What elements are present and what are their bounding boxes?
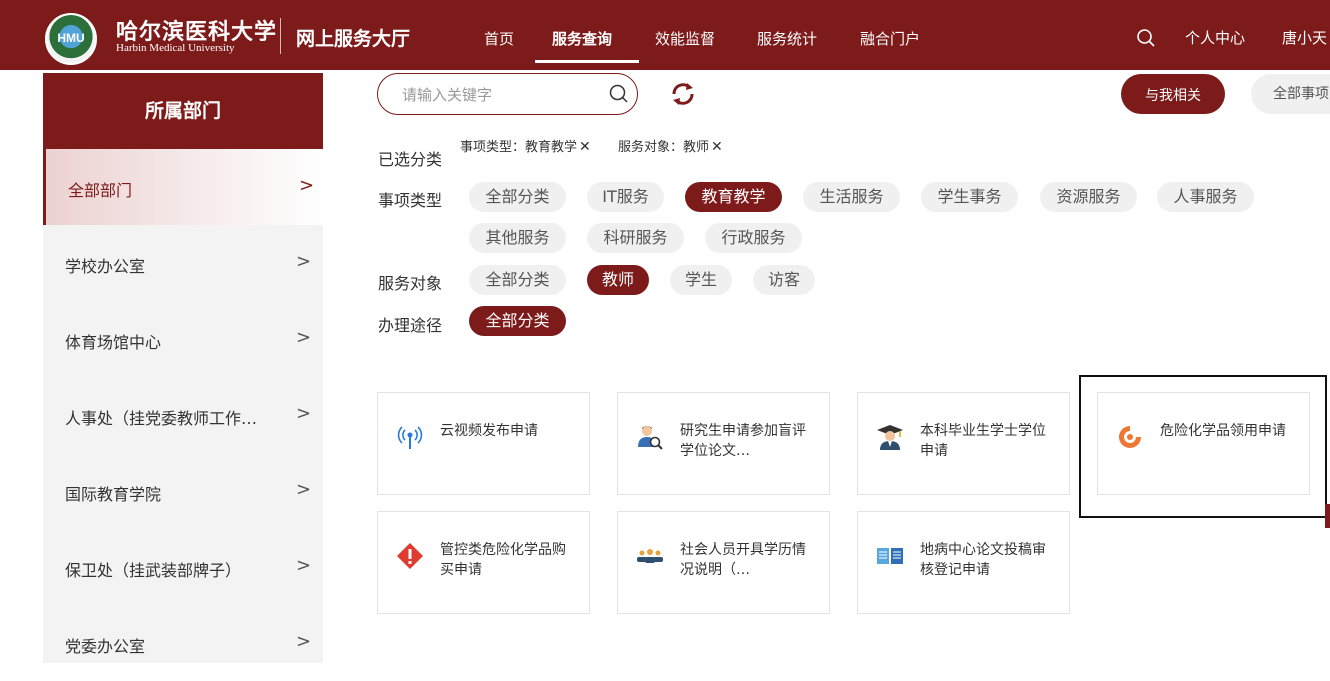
nav-service-query[interactable]: 服务查询 bbox=[552, 28, 612, 49]
sidebar-item-security-office[interactable]: 保卫处（挂武装部牌子） > bbox=[43, 529, 323, 605]
type-chip-personnel[interactable]: 人事服务 bbox=[1157, 182, 1254, 212]
user-name[interactable]: 唐小天 bbox=[1282, 27, 1327, 48]
service-card-title: 地病中心论文投稿审核登记申请 bbox=[920, 542, 1046, 578]
selected-filter-tag[interactable]: 服务对象：教师 ✕ bbox=[618, 136, 723, 155]
service-card-title: 本科毕业生学士学位申请 bbox=[920, 423, 1046, 459]
keyword-search-box bbox=[377, 73, 638, 115]
audience-chip-student[interactable]: 学生 bbox=[670, 265, 732, 295]
type-chip-all[interactable]: 全部分类 bbox=[469, 182, 566, 212]
nav-efficiency-supervision[interactable]: 效能监督 bbox=[655, 28, 715, 49]
scroll-edge-marker bbox=[1325, 504, 1330, 528]
service-card-title: 社会人员开具学历情况说明（… bbox=[680, 542, 806, 578]
channel-chip-all[interactable]: 全部分类 bbox=[469, 306, 566, 336]
sidebar-item-party-office[interactable]: 党委办公室 > bbox=[43, 605, 323, 681]
remove-filter-icon[interactable]: ✕ bbox=[579, 139, 591, 155]
audience-chip-all[interactable]: 全部分类 bbox=[469, 265, 566, 295]
logo-divider bbox=[280, 18, 281, 54]
chevron-right-icon: > bbox=[296, 403, 312, 424]
active-nav-indicator bbox=[535, 60, 639, 63]
service-card-controlled-chemicals-purchase[interactable]: 管控类危险化学品购买申请 bbox=[377, 511, 590, 614]
sidebar-item-personnel-office[interactable]: 人事处（挂党委教师工作… > bbox=[43, 377, 323, 453]
sidebar-item-school-office[interactable]: 学校办公室 > bbox=[43, 225, 323, 301]
item-type-label: 事项类型 bbox=[378, 191, 443, 210]
audience-chip-teacher[interactable]: 教师 bbox=[587, 265, 649, 295]
top-navigation-bar: HMU 哈尔滨医科大学 Harbin Medical University 网上… bbox=[0, 0, 1330, 70]
related-to-me-button[interactable]: 与我相关 bbox=[1121, 74, 1225, 114]
broadcast-icon bbox=[397, 426, 423, 449]
service-card-blind-review[interactable]: 研究生申请参加盲评学位论文… bbox=[617, 392, 830, 495]
search-icon[interactable] bbox=[609, 84, 629, 104]
sidebar-item-sports-center[interactable]: 体育场馆中心 > bbox=[43, 301, 323, 377]
sidebar-item-label: 体育场馆中心 bbox=[65, 333, 162, 352]
refresh-icon[interactable] bbox=[669, 80, 697, 108]
university-logo-icon[interactable]: HMU bbox=[45, 13, 97, 65]
service-card-title: 管控类危险化学品购买申请 bbox=[440, 542, 566, 578]
site-title: 网上服务大厅 bbox=[296, 28, 411, 50]
selected-filter-tag[interactable]: 事项类型：教育教学 ✕ bbox=[460, 136, 591, 155]
sidebar-item-international-education[interactable]: 国际教育学院 > bbox=[43, 453, 323, 529]
sidebar-item-all-departments[interactable]: 全部部门 > bbox=[43, 149, 323, 225]
selected-filter-text: 事项类型：教育教学 bbox=[460, 140, 578, 155]
type-chip-research[interactable]: 科研服务 bbox=[587, 223, 684, 253]
type-chip-life[interactable]: 生活服务 bbox=[803, 182, 900, 212]
channel-label: 办理途径 bbox=[378, 316, 443, 335]
logo-badge-text: HMU bbox=[57, 31, 85, 45]
service-card-paper-submission[interactable]: 地病中心论文投稿审核登记申请 bbox=[857, 511, 1070, 614]
sidebar-item-label: 党委办公室 bbox=[65, 637, 146, 656]
type-chip-education[interactable]: 教育教学 bbox=[685, 182, 782, 212]
service-card-title: 云视频发布申请 bbox=[440, 423, 538, 439]
warning-icon bbox=[397, 543, 423, 569]
sidebar-item-label: 全部部门 bbox=[68, 181, 133, 200]
type-chip-it[interactable]: IT服务 bbox=[587, 182, 664, 212]
chevron-right-icon: > bbox=[299, 175, 315, 196]
sidebar-title: 所属部门 bbox=[43, 73, 323, 149]
university-name-en: Harbin Medical University bbox=[116, 42, 235, 54]
book-icon bbox=[877, 548, 903, 564]
chevron-right-icon: > bbox=[296, 479, 312, 500]
nav-service-statistics[interactable]: 服务统计 bbox=[757, 28, 817, 49]
keyword-search-input[interactable] bbox=[400, 82, 594, 108]
service-card-bachelor-degree[interactable]: 本科毕业生学士学位申请 bbox=[857, 392, 1070, 495]
chevron-right-icon: > bbox=[296, 327, 312, 348]
sidebar-item-label: 保卫处（挂武装部牌子） bbox=[65, 561, 242, 580]
search-icon[interactable] bbox=[1136, 28, 1156, 48]
sidebar-item-label: 学校办公室 bbox=[65, 257, 146, 276]
chevron-right-icon: > bbox=[296, 251, 312, 272]
type-chip-student-affairs[interactable]: 学生事务 bbox=[921, 182, 1018, 212]
type-chip-administration[interactable]: 行政服务 bbox=[705, 223, 802, 253]
service-card-title: 研究生申请参加盲评学位论文… bbox=[680, 423, 806, 459]
nav-portal[interactable]: 融合门户 bbox=[860, 28, 920, 49]
chevron-right-icon: > bbox=[296, 631, 312, 652]
selected-filters-label: 已选分类 bbox=[378, 150, 443, 169]
type-chip-other[interactable]: 其他服务 bbox=[469, 223, 566, 253]
focus-highlight-frame bbox=[1079, 375, 1327, 518]
audience-chip-visitor[interactable]: 访客 bbox=[753, 265, 815, 295]
sidebar-item-label: 人事处（挂党委教师工作… bbox=[65, 409, 258, 428]
graduate-icon bbox=[877, 425, 903, 450]
all-items-button[interactable]: 全部事项 bbox=[1251, 74, 1330, 114]
remove-filter-icon[interactable]: ✕ bbox=[711, 139, 723, 155]
service-card-cloud-video[interactable]: 云视频发布申请 bbox=[377, 392, 590, 495]
chevron-right-icon: > bbox=[296, 555, 312, 576]
selected-filter-text: 服务对象：教师 bbox=[618, 140, 710, 155]
sidebar-item-label: 国际教育学院 bbox=[65, 485, 162, 504]
personal-center-link[interactable]: 个人中心 bbox=[1185, 27, 1245, 48]
people-icon bbox=[637, 549, 663, 563]
department-sidebar: 所属部门 全部部门 > 学校办公室 > 体育场馆中心 > 人事处（挂党委教师工作… bbox=[43, 73, 323, 663]
type-chip-resources[interactable]: 资源服务 bbox=[1040, 182, 1137, 212]
audience-label: 服务对象 bbox=[378, 274, 443, 293]
service-card-education-certificate[interactable]: 社会人员开具学历情况说明（… bbox=[617, 511, 830, 614]
nav-home[interactable]: 首页 bbox=[484, 28, 514, 49]
researcher-icon bbox=[638, 426, 663, 450]
